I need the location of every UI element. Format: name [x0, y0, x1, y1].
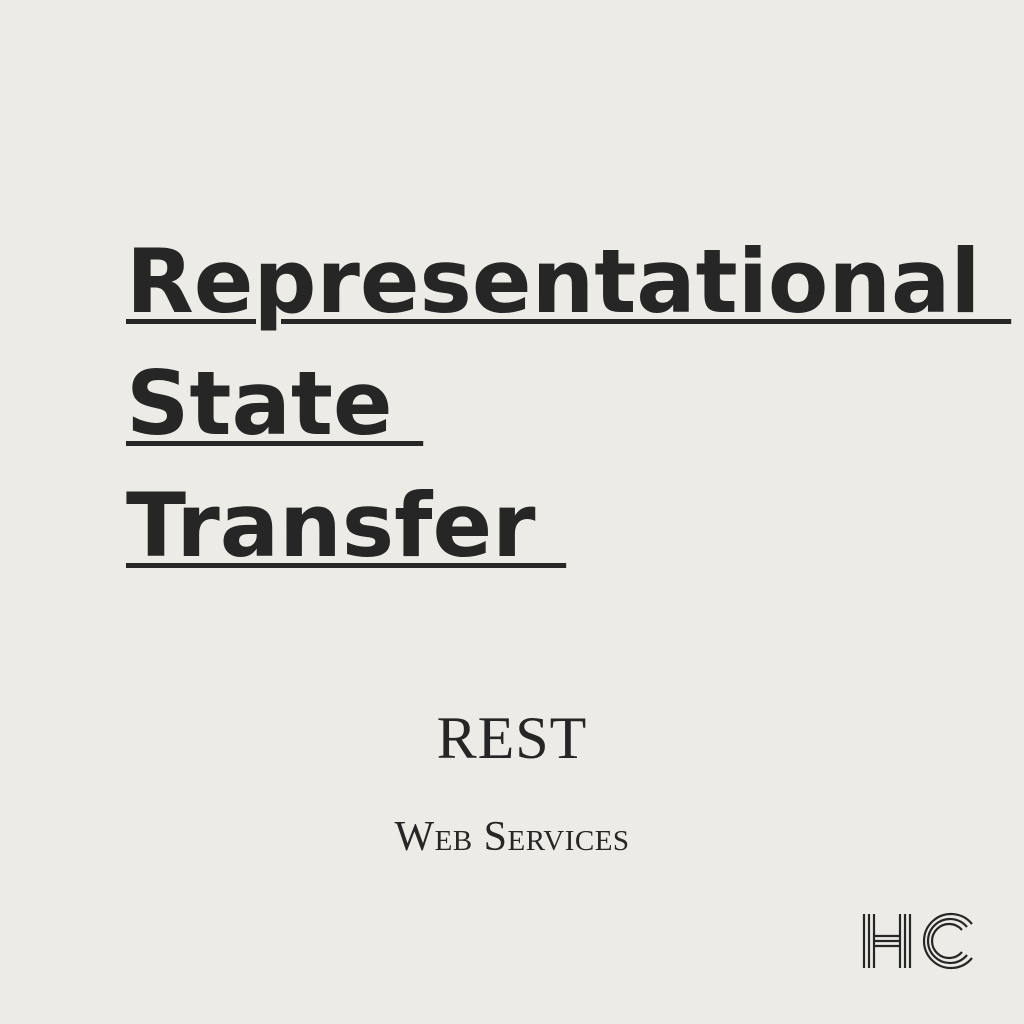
title-line-3: Transfer [126, 474, 567, 577]
slide-canvas: Representational State Transfer REST Web… [0, 0, 1024, 1024]
title-line-2: State [126, 352, 424, 455]
acronym-heading: REST [436, 705, 588, 771]
hc-logo-icon [862, 912, 973, 970]
subtitle: Web Services [394, 814, 630, 860]
title-line-1: Representational [126, 230, 1012, 333]
